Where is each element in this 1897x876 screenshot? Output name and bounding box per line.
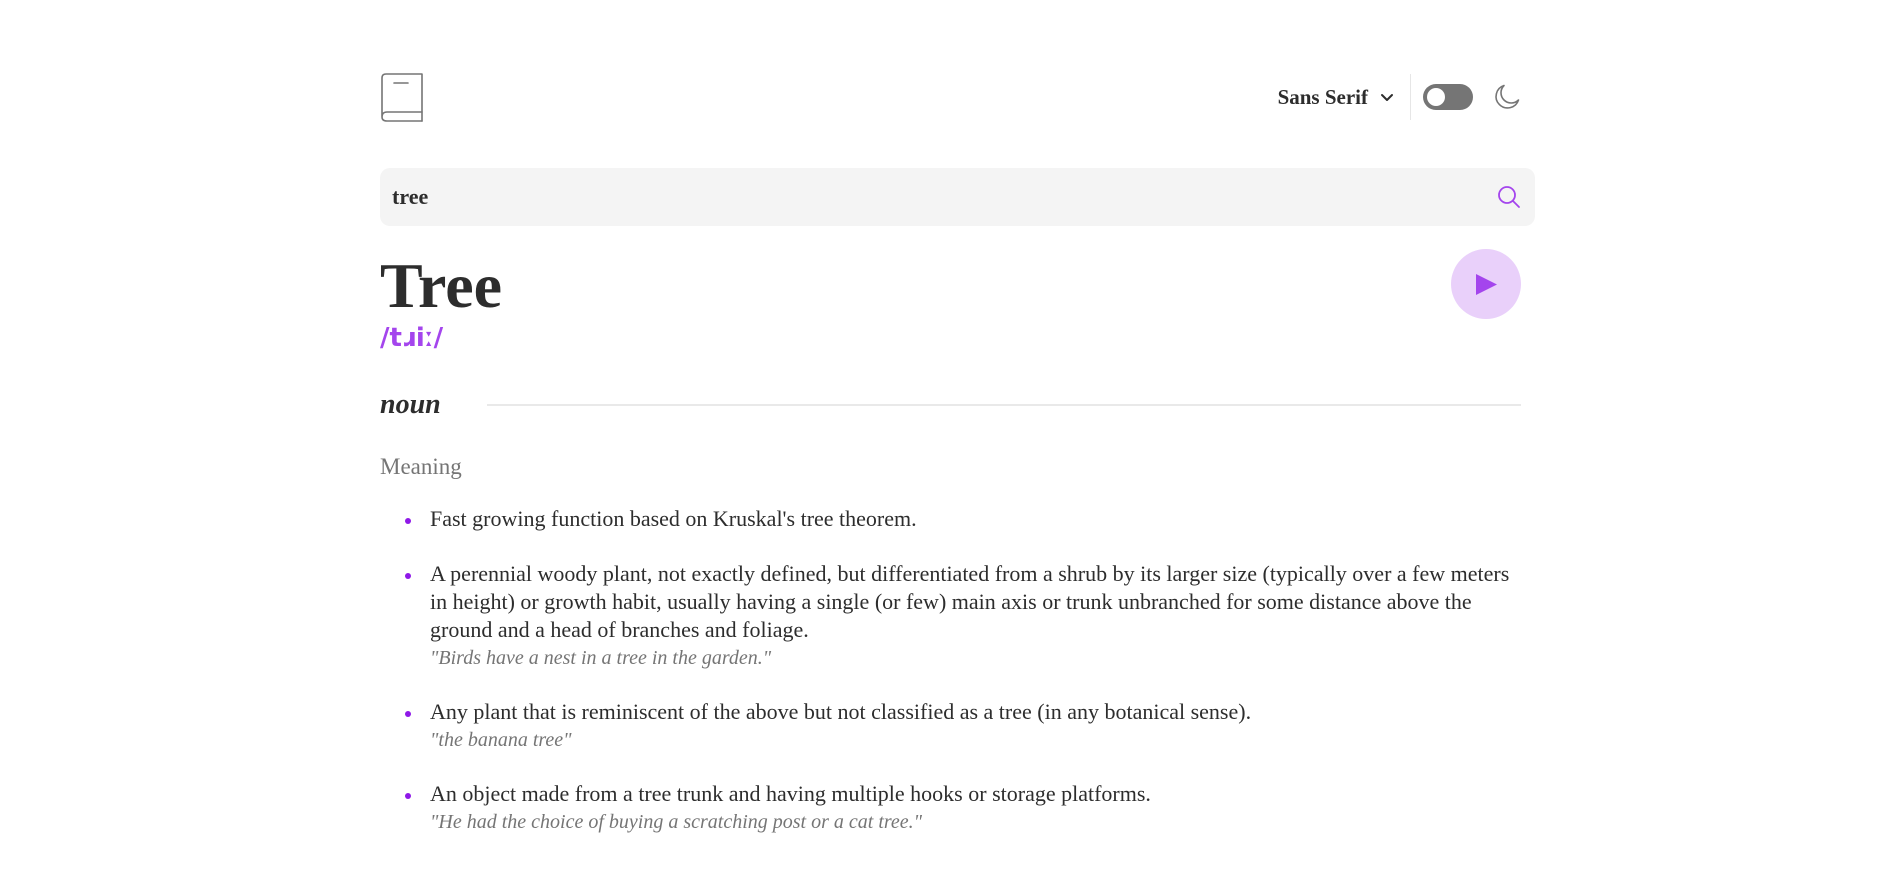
toggle-knob <box>1427 88 1445 106</box>
word-title: Tree <box>380 250 502 321</box>
bullet <box>405 518 411 524</box>
theme-toggle[interactable] <box>1423 84 1473 110</box>
part-of-speech-divider <box>486 404 1521 406</box>
font-selector-label: Sans Serif <box>1277 84 1368 109</box>
search-input[interactable] <box>392 168 1472 226</box>
bullet <box>405 793 411 799</box>
list-item: Any plant that is reminiscent of the abo… <box>380 698 1521 753</box>
header-controls: Sans Serif <box>1278 74 1521 120</box>
font-selector[interactable]: Sans Serif <box>1278 85 1410 110</box>
book-icon[interactable] <box>380 72 424 122</box>
bullet <box>405 711 411 717</box>
example: "the banana tree" <box>430 729 572 751</box>
play-button[interactable] <box>1451 249 1521 319</box>
chevron-down-icon <box>1381 93 1393 101</box>
play-icon <box>1476 274 1497 295</box>
header-divider <box>1410 74 1411 120</box>
meaning-heading: Meaning <box>380 454 462 479</box>
example: "He had the choice of buying a scratchin… <box>430 811 923 833</box>
list-item: Fast growing function based on Kruskal's… <box>380 505 1521 533</box>
definition: An object made from a tree trunk and hav… <box>430 781 1151 806</box>
header: Sans Serif <box>380 72 1535 122</box>
definition: A perennial woody plant, not exactly def… <box>430 561 1510 642</box>
part-of-speech: noun <box>380 389 441 420</box>
meaning-list: Fast growing function based on Kruskal's… <box>380 505 1521 862</box>
moon-icon[interactable] <box>1493 83 1521 111</box>
bullet <box>405 573 411 579</box>
definition: Fast growing function based on Kruskal's… <box>430 506 917 531</box>
list-item: An object made from a tree trunk and hav… <box>380 780 1521 835</box>
search-bar <box>380 168 1535 226</box>
phonetic: /tɹiː/ <box>380 323 444 353</box>
list-item: A perennial woody plant, not exactly def… <box>380 560 1521 671</box>
search-icon[interactable] <box>1497 185 1521 209</box>
part-of-speech-row: noun <box>380 385 1521 425</box>
definition: Any plant that is reminiscent of the abo… <box>430 699 1252 724</box>
example: "Birds have a nest in a tree in the gard… <box>430 647 772 669</box>
